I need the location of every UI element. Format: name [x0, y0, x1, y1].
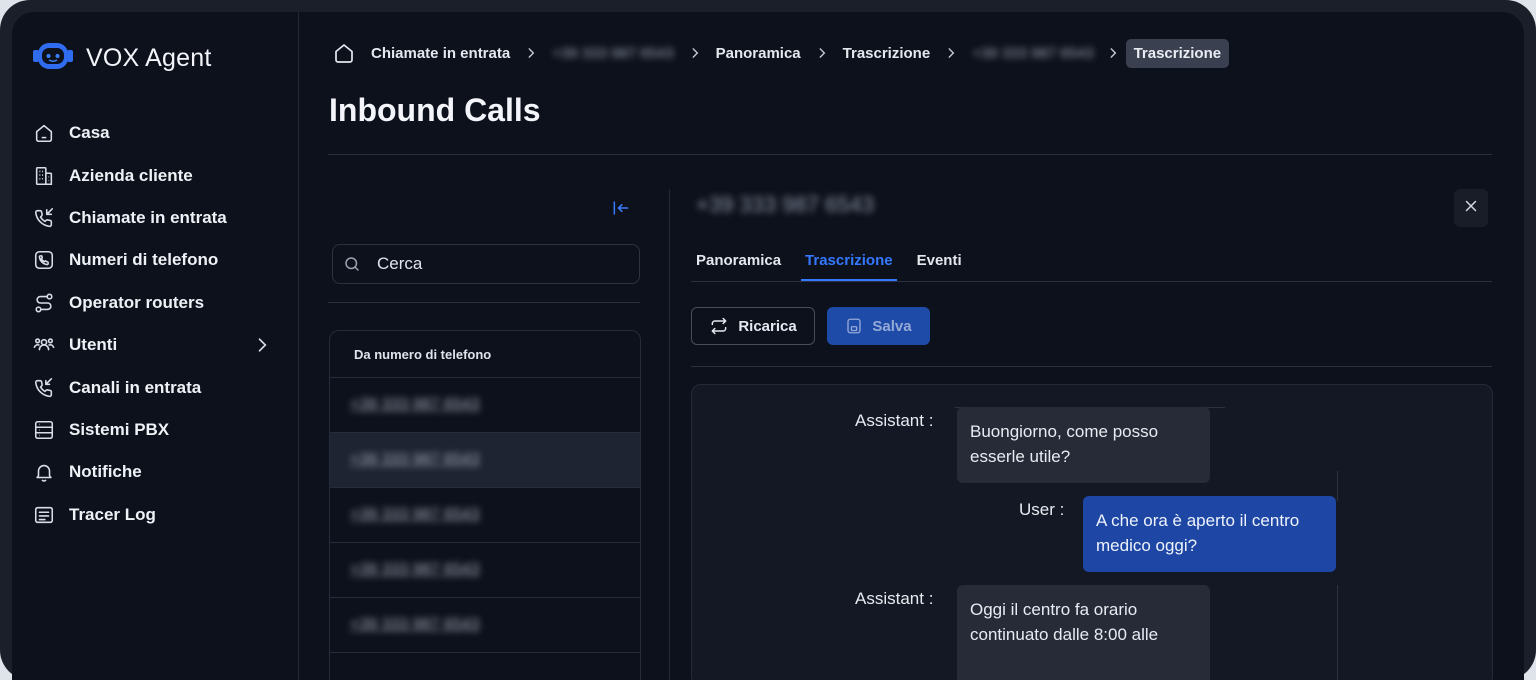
chevron-right-icon[interactable]	[252, 335, 272, 360]
user-message: A che ora è aperto il centro medico oggi…	[1083, 496, 1336, 572]
divider	[328, 154, 1492, 155]
app-window: VOX Agent Casa Azienda cliente Chiamate …	[12, 12, 1524, 680]
users-icon	[32, 333, 56, 357]
sidebar-item-tracer-log[interactable]: Tracer Log	[32, 494, 272, 536]
chevron-right-icon	[524, 46, 538, 60]
breadcrumb-item[interactable]: +39 333 987 6543	[550, 45, 675, 62]
phone-number-link[interactable]: +39 333 987 6543	[350, 451, 479, 469]
building-icon	[32, 164, 56, 188]
close-button[interactable]	[1454, 189, 1488, 227]
refresh-icon	[711, 317, 727, 335]
phone-incoming-icon	[32, 206, 56, 230]
message-speaker: Assistant :	[855, 589, 934, 608]
page-title: Inbound Calls	[329, 92, 541, 128]
save-icon	[847, 318, 862, 334]
tab-trascrizione[interactable]: Trascrizione	[801, 248, 897, 281]
phone-number-link[interactable]: +39 333 987 6543	[350, 396, 479, 414]
sidebar-item-azienda-cliente[interactable]: Azienda cliente	[32, 154, 272, 196]
log-icon	[32, 503, 56, 527]
divider	[691, 366, 1492, 367]
list-item[interactable]: +39 333 987 6543	[330, 378, 640, 433]
phone-list: Da numero di telefono +39 333 987 6543 +…	[329, 330, 641, 680]
sidebar-item-label: Operator routers	[69, 292, 205, 312]
robot-logo-icon	[32, 40, 74, 77]
transcript-panel: Assistant : Buongiorno, come posso esser…	[691, 384, 1493, 680]
brand[interactable]: VOX Agent	[32, 40, 212, 77]
breadcrumb-item[interactable]: Panoramica	[714, 45, 803, 62]
search-box[interactable]	[332, 244, 640, 284]
search-icon	[343, 255, 361, 273]
reload-label: Ricarica	[738, 317, 797, 335]
save-button[interactable]: Salva	[827, 307, 930, 345]
sidebar-item-label: Utenti	[69, 335, 118, 355]
server-icon	[32, 418, 56, 442]
sidebar-item-label: Notifiche	[69, 462, 142, 482]
sidebar-item-label: Chiamate in entrata	[69, 207, 227, 227]
list-item-selected[interactable]: +39 333 987 6543	[330, 433, 640, 488]
divider	[1337, 471, 1338, 501]
divider	[1337, 585, 1338, 680]
bell-icon	[32, 460, 56, 484]
sidebar-item-chiamate-in-entrata[interactable]: Chiamate in entrata	[32, 197, 272, 239]
home-icon[interactable]	[332, 41, 356, 65]
close-icon	[1462, 197, 1480, 220]
detail-tabs: Panoramica Trascrizione Eventi	[696, 248, 986, 281]
sidebar-item-label: Canali in entrata	[69, 377, 202, 397]
collapse-panel-icon[interactable]	[611, 198, 631, 223]
app-name: VOX Agent	[86, 44, 212, 72]
list-item[interactable]: +39 333 987 6543	[330, 543, 640, 598]
main-content: Chiamate in entrata +39 333 987 6543 Pan…	[299, 12, 1524, 680]
sidebar-item-numeri-di-telefono[interactable]: Numeri di telefono	[32, 239, 272, 281]
breadcrumb-item[interactable]: +39 333 987 6543	[970, 45, 1095, 62]
sidebar-item-sistemi-pbx[interactable]: Sistemi PBX	[32, 409, 272, 451]
phone-call-icon	[32, 376, 56, 400]
message-speaker: Assistant :	[855, 411, 934, 430]
phone-number-link[interactable]: +39 333 987 6543	[350, 506, 479, 524]
sidebar-item-notifiche[interactable]: Notifiche	[32, 451, 272, 493]
assistant-message: Oggi il centro fa orario continuato dall…	[957, 585, 1210, 680]
sidebar-item-casa[interactable]: Casa	[32, 112, 272, 154]
save-label: Salva	[872, 317, 912, 335]
sidebar-item-label: Tracer Log	[69, 504, 156, 524]
sidebar-nav: Casa Azienda cliente Chiamate in entrata…	[32, 112, 272, 536]
list-item[interactable]: +39 333 987 6543	[330, 488, 640, 543]
search-input[interactable]	[375, 253, 619, 275]
sidebar-item-label: Sistemi PBX	[69, 419, 170, 439]
chevron-right-icon	[1106, 46, 1120, 60]
sidebar-item-operator-routers[interactable]: Operator routers	[32, 282, 272, 324]
breadcrumb-current: Trascrizione	[1125, 38, 1230, 68]
list-item[interactable]: +39 333 987 6543	[330, 598, 640, 653]
chevron-right-icon	[815, 46, 829, 60]
sidebar-item-label: Numeri di telefono	[69, 250, 219, 270]
route-icon	[32, 291, 56, 315]
breadcrumb-item[interactable]: Trascrizione	[841, 45, 933, 62]
sidebar-item-label: Azienda cliente	[69, 165, 193, 185]
sidebar-item-label: Casa	[69, 123, 110, 143]
sidebar-item-canali-in-entrata[interactable]: Canali in entrata	[32, 366, 272, 408]
tab-panoramica[interactable]: Panoramica	[696, 248, 781, 281]
phone-number-link[interactable]: +39 333 987 6543	[350, 561, 479, 579]
assistant-message: Buongiorno, come posso esserle utile?	[957, 407, 1210, 483]
phone-number-icon	[32, 248, 56, 272]
home-icon	[32, 121, 56, 145]
panel-divider	[669, 189, 670, 680]
breadcrumb-item[interactable]: Chiamate in entrata	[369, 45, 512, 62]
list-column-header[interactable]: Da numero di telefono	[330, 331, 640, 378]
message-speaker: User :	[1019, 500, 1065, 519]
window-frame: VOX Agent Casa Azienda cliente Chiamate …	[0, 0, 1536, 680]
detail-phone-title: +39 333 987 6543	[696, 192, 875, 217]
phone-number-link[interactable]: +39 333 987 6543	[350, 616, 479, 634]
chevron-right-icon	[688, 46, 702, 60]
chevron-right-icon	[944, 46, 958, 60]
reload-button[interactable]: Ricarica	[691, 307, 815, 345]
tab-eventi[interactable]: Eventi	[917, 248, 962, 281]
sidebar-item-utenti[interactable]: Utenti	[32, 324, 272, 366]
divider	[328, 302, 640, 303]
sidebar: VOX Agent Casa Azienda cliente Chiamate …	[12, 12, 299, 680]
breadcrumb: Chiamate in entrata +39 333 987 6543 Pan…	[332, 38, 1230, 68]
divider	[691, 281, 1492, 282]
